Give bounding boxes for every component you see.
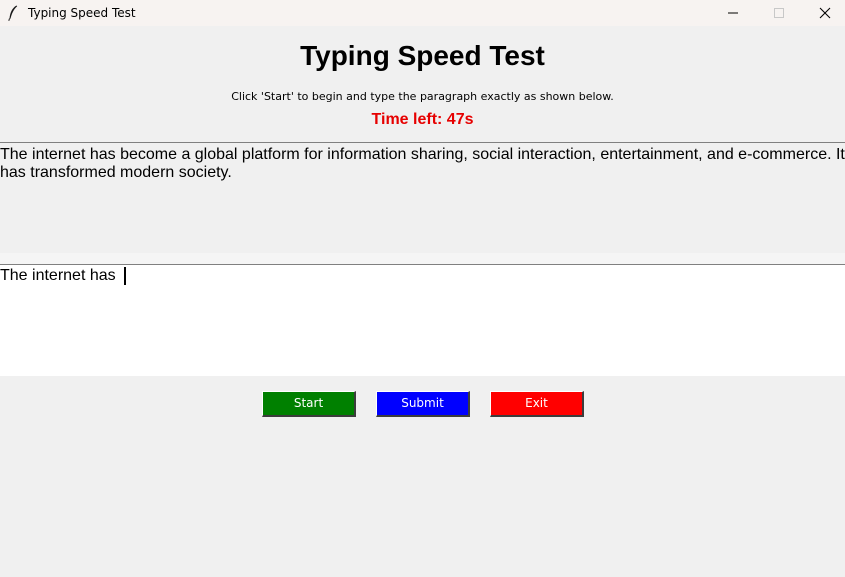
typing-input[interactable]: The internet has [0,264,845,376]
maximize-icon [774,8,784,18]
text-caret [124,267,127,285]
maximize-button[interactable] [756,0,802,26]
minimize-icon [728,12,738,14]
close-button[interactable] [802,0,845,26]
instructions-label: Click 'Start' to begin and type the para… [231,90,614,103]
window-title: Typing Speed Test [28,6,136,20]
start-button[interactable]: Start [262,391,356,417]
timer-label: Time left: 47s [371,111,474,128]
submit-button[interactable]: Submit [376,391,470,417]
typed-text: The internet has [0,267,121,284]
exit-button[interactable]: Exit [490,391,584,417]
separator-strip [0,253,845,264]
feather-icon [8,5,18,21]
minimize-button[interactable] [710,0,756,26]
paragraph-display: The internet has become a global platfor… [0,142,845,253]
paragraph-text: The internet has become a global platfor… [0,146,845,181]
title-bar: Typing Speed Test [0,0,845,26]
close-icon [819,7,831,19]
page-title: Typing Speed Test [300,40,545,71]
